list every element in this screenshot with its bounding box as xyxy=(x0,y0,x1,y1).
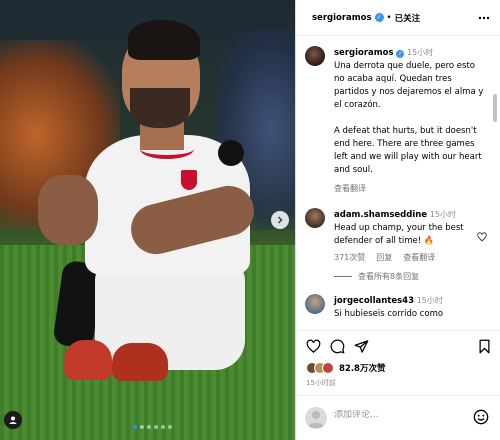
see-translation-link[interactable]: 查看翻译 xyxy=(334,183,487,194)
post-side-panel: sergioramos ✓ • 已关注 sergioramos ✓ 15小时 U… xyxy=(295,0,500,440)
heart-icon[interactable] xyxy=(477,232,487,242)
caption-text-es: Una derrota que duele, pero esto no acab… xyxy=(334,61,484,110)
emoji-icon[interactable] xyxy=(473,409,489,425)
comment-likes[interactable]: 371次赞 xyxy=(334,252,365,263)
bookmark-icon[interactable] xyxy=(478,339,491,354)
carousel-dot-active xyxy=(133,425,137,429)
user-tag-icon xyxy=(9,416,17,424)
comments-list[interactable]: sergioramos ✓ 15小时 Una derrota que duele… xyxy=(296,36,500,328)
commenter-avatar[interactable] xyxy=(305,208,325,228)
comment-meta: 371次赞 回复 查看翻译 xyxy=(334,252,487,263)
caption-time: 15小时 xyxy=(406,48,434,57)
post-image[interactable] xyxy=(0,0,295,440)
comment-icon[interactable] xyxy=(330,339,345,354)
translate-button[interactable]: 查看翻译 xyxy=(403,252,435,263)
liker-avatar xyxy=(322,362,334,374)
author-avatar[interactable] xyxy=(305,46,325,66)
reply-button[interactable]: 回复 xyxy=(376,252,392,263)
comment-username[interactable]: adam.shamseddine xyxy=(334,210,427,220)
verified-badge-icon: ✓ xyxy=(374,13,384,22)
comment-username[interactable]: jorgecollantes43 xyxy=(334,296,414,306)
comments-scrollbar[interactable] xyxy=(493,94,497,122)
post-actions xyxy=(296,330,500,360)
add-comment-bar xyxy=(296,395,500,440)
caption-username[interactable]: sergioramos xyxy=(334,48,394,58)
user-tag-button[interactable] xyxy=(4,411,22,429)
replies-divider xyxy=(334,276,352,277)
view-replies-button[interactable]: 查看所有8条回复 xyxy=(296,271,500,282)
comment-header: adam.shamseddine 15小时 xyxy=(334,208,487,222)
post-timestamp: 15小时前 xyxy=(306,379,336,387)
more-options-icon[interactable] xyxy=(478,13,490,23)
view-replies-label: 查看所有8条回复 xyxy=(358,272,420,281)
chevron-right-icon xyxy=(278,216,283,224)
default-avatar-icon xyxy=(308,411,324,428)
current-user-avatar xyxy=(305,407,327,429)
comment-text: Head up champ, your the best defender of… xyxy=(334,223,464,246)
club-crest xyxy=(181,170,197,190)
carousel-dot xyxy=(147,425,151,429)
comment-time: 15小时 xyxy=(429,210,456,219)
player-arm-left xyxy=(38,175,98,245)
commenter-avatar[interactable] xyxy=(305,294,325,314)
comment-time: 15小时 xyxy=(416,296,443,305)
header-separator: • xyxy=(386,12,392,23)
send-icon[interactable] xyxy=(354,339,369,354)
carousel-dot xyxy=(154,425,158,429)
comment-text: Si hubieseis corrido como xyxy=(334,309,444,319)
carousel-dots xyxy=(133,425,172,429)
likes-count[interactable]: 82.8万次赞 xyxy=(339,362,385,374)
next-slide-button[interactable] xyxy=(271,211,289,229)
carousel-dot xyxy=(140,425,144,429)
player-boot-left xyxy=(64,340,112,380)
comment-input[interactable] xyxy=(334,410,454,420)
heart-icon[interactable] xyxy=(306,339,321,354)
sleeve-patch xyxy=(218,140,244,166)
verified-badge-icon: ✓ xyxy=(396,50,405,58)
comment-header: jorgecollantes43 15小时 xyxy=(334,294,487,308)
carousel-dot xyxy=(168,425,172,429)
comment-item: adam.shamseddine 15小时 Head up champ, you… xyxy=(296,208,500,263)
carousel-dot xyxy=(161,425,165,429)
author-username[interactable]: sergioramos xyxy=(312,13,372,23)
comment-item: jorgecollantes43 15小时 Si hubieseis corri… xyxy=(296,294,500,321)
caption-header: sergioramos ✓ 15小时 xyxy=(334,46,487,60)
post-header: sergioramos ✓ • 已关注 xyxy=(296,0,500,36)
player-hair xyxy=(128,20,200,60)
player-beard xyxy=(130,88,190,128)
caption-text-en: A defeat that hurts, but it doesn't end … xyxy=(334,126,482,175)
follow-status-button[interactable]: 已关注 xyxy=(395,12,421,24)
player-boot-right xyxy=(112,343,168,381)
likes-row[interactable]: 82.8万次赞 xyxy=(306,362,385,374)
caption-block: sergioramos ✓ 15小时 Una derrota que duele… xyxy=(296,46,500,194)
